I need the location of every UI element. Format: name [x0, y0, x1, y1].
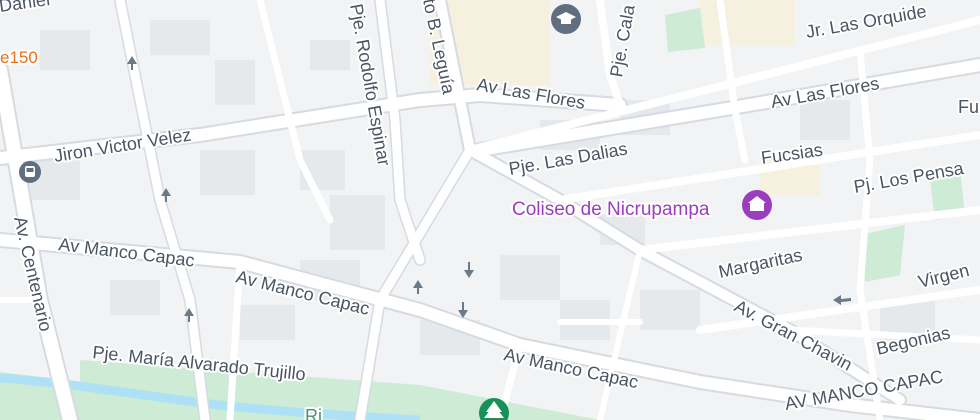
street-label-pje-cala: Pje. Cala — [606, 2, 639, 78]
map-canvas[interactable]: Daniel e150 Jiron Victor Velez Pje. Rodo… — [0, 0, 980, 420]
street-label-av-las-flores-east: Av Las Flores — [769, 73, 881, 112]
street-label-fucsias: Fucsias — [760, 140, 824, 168]
street-label-av-manco-capac-center: Av Manco Capac — [234, 266, 372, 318]
street-label-av-manco-capac-west: Av Manco Capac — [58, 234, 196, 271]
street-label-augusto-leguia: to B. Leguía — [419, 0, 459, 97]
street-label-virgen: Virgen — [916, 260, 971, 292]
street-label-jiron-victor-velez: Jiron Victor Velez — [52, 124, 192, 165]
street-label-pj-los-pensa: Pj. Los Pensa — [852, 158, 966, 197]
street-label-av-manco-capac-east: AV MANCO CAPAC — [783, 366, 944, 414]
route-ref-label: e150 — [0, 48, 38, 67]
street-label-pje-maria-alvarado-trujillo: Pje. María Alvarado Trujillo — [92, 342, 307, 384]
poi-label-coliseo-de-nicrupampa[interactable]: Coliseo de Nicrupampa — [510, 197, 712, 222]
park-label-ri: Ri — [305, 406, 322, 420]
street-label-pje-rodolfo-espinar: Pje. Rodolfo Espinar — [346, 2, 394, 167]
street-label-av-manco-capac-south: Av Manco Capac — [502, 344, 640, 392]
street-label-av-las-flores-west: Av Las Flores — [475, 74, 587, 113]
street-label-daniel: Daniel — [0, 0, 51, 16]
street-label-jr-las-orquideas: Jr. Las Orquide — [804, 1, 928, 42]
street-label-pje-las-dalias: Pje. Las Dalias — [507, 138, 629, 179]
street-label-fu: Fu — [958, 97, 979, 117]
label-layer: Daniel e150 Jiron Victor Velez Pje. Rodo… — [0, 0, 980, 420]
street-label-begonias: Begonias — [874, 323, 952, 359]
street-label-av-centenario: Av. Centenario — [10, 214, 56, 333]
street-label-margaritas: Margaritas — [717, 245, 804, 282]
street-label-av-gran-chavin: Av. Gran Chavin — [731, 296, 856, 375]
